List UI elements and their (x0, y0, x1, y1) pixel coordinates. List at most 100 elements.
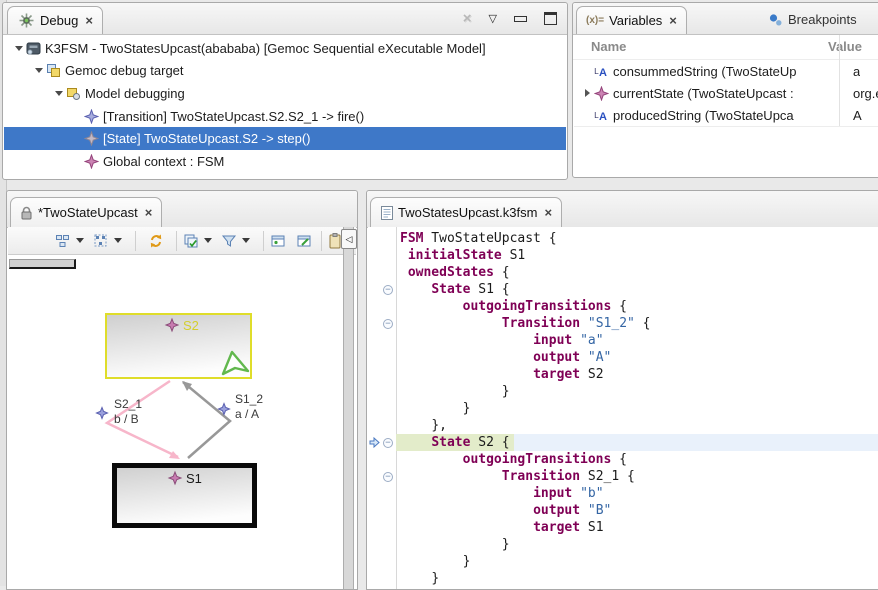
tab-diagram[interactable]: *TwoStateUpcast × (10, 197, 162, 227)
fold-ruler (380, 247, 396, 264)
code-text: } (396, 383, 878, 400)
expander-expanded-icon[interactable] (52, 91, 66, 96)
arrange-icon[interactable] (92, 230, 110, 252)
state-node-s1[interactable] (115, 466, 255, 526)
frame-icon (84, 109, 101, 124)
debug-launch-tree: K3FSM - TwoStatesUpcast(abababa) [Gemoc … (4, 37, 566, 178)
fold-ruler (380, 230, 396, 247)
tab-debug[interactable]: Debug × (7, 6, 103, 34)
svg-text:A: A (599, 67, 607, 79)
variable-row[interactable]: LAproducedString (TwoStateUpcaA (574, 104, 878, 126)
frame-global-icon (84, 154, 101, 169)
attribute-icon: LA (594, 64, 611, 79)
code-text: input "b" (396, 485, 878, 502)
code-line: input "b" (368, 485, 878, 502)
close-icon[interactable]: × (145, 205, 153, 220)
thread-icon (66, 86, 83, 101)
breakpoints-icon (768, 9, 783, 31)
state-label-s1[interactable]: S1 (186, 471, 202, 486)
filters-menu-icon[interactable] (242, 238, 250, 243)
editor-content[interactable]: FSM TwoStateUpcast {initialState S1owned… (368, 227, 878, 589)
maximize-icon[interactable] (544, 12, 557, 25)
tab-editor-label: TwoStatesUpcast.k3fsm (398, 205, 537, 220)
annotation-ruler (368, 281, 380, 298)
export-image-icon[interactable] (269, 230, 287, 252)
refresh-icon[interactable] (147, 230, 165, 252)
code-line: −State S2 { (368, 434, 878, 451)
debug-tree-row[interactable]: Global context : FSM (4, 150, 566, 173)
annotation-ruler (368, 366, 380, 383)
tab-breakpoints[interactable]: Breakpoints (759, 6, 866, 33)
fold-collapse-icon[interactable]: − (383, 319, 393, 329)
remove-all-terminated-icon[interactable]: × (463, 10, 472, 27)
debug-tree-row[interactable]: [Transition] TwoStateUpcast.S2.S2_1 -> f… (4, 105, 566, 128)
code-line: }, (368, 417, 878, 434)
expander-collapsed-icon[interactable] (580, 89, 594, 97)
export-edit-icon[interactable] (295, 230, 313, 252)
code-text: ownedStates { (396, 264, 878, 281)
variable-row[interactable]: currentState (TwoStateUpcast :org.e (574, 82, 878, 104)
tab-variables-label: Variables (609, 13, 662, 28)
editor-tabbar: TwoStatesUpcast.k3fsm × (367, 191, 878, 228)
fold-ruler (380, 383, 396, 400)
close-icon[interactable]: × (669, 13, 677, 28)
fold-ruler: − (380, 281, 396, 298)
fold-ruler (380, 332, 396, 349)
debug-instruction-pointer-icon (368, 434, 380, 451)
transition-name-s1-2[interactable]: S1_2 (235, 392, 263, 406)
close-icon[interactable]: × (544, 205, 552, 220)
filters-icon[interactable] (220, 230, 238, 252)
column-name[interactable]: Name (573, 39, 821, 54)
view-menu-icon[interactable]: ▽ (489, 12, 497, 25)
debug-tree-row[interactable]: Model debugging (4, 82, 566, 105)
code-text: outgoingTransitions { (396, 298, 878, 315)
transition-edge-s1-to-s2[interactable] (183, 382, 230, 458)
annotation-ruler (368, 230, 380, 247)
column-value[interactable]: Value (821, 39, 862, 54)
palette-strip[interactable] (343, 227, 354, 589)
minimize-icon[interactable] (514, 16, 527, 22)
close-icon[interactable]: × (85, 13, 93, 28)
collapse-left-icon: ◁ (346, 234, 353, 245)
layers-menu-icon[interactable] (204, 238, 212, 243)
expander-expanded-icon[interactable] (32, 68, 46, 73)
debug-tree-label: Gemoc debug target (63, 63, 184, 78)
fold-ruler (380, 553, 396, 570)
code-line: output "B" (368, 502, 878, 519)
fold-ruler (380, 400, 396, 417)
variable-value: A (846, 108, 862, 123)
diagram-editor: *TwoStateUpcast × (6, 190, 358, 590)
fold-collapse-icon[interactable]: − (383, 285, 393, 295)
fold-ruler (380, 536, 396, 553)
variable-row[interactable]: LAconsummedString (TwoStateUpa (574, 60, 878, 82)
debug-tree-row[interactable]: Gemoc debug target (4, 60, 566, 83)
fsm-diagram: S2 S1 S2_1 b / B S1_2 a / A (8, 255, 346, 589)
palette-collapse-button[interactable]: ◁ (341, 229, 357, 249)
transition-name-s2-1[interactable]: S2_1 (114, 397, 142, 411)
annotation-ruler (368, 383, 380, 400)
variables-table: LAconsummedString (TwoStateUpacurrentSta… (574, 60, 878, 127)
code-line: ownedStates { (368, 264, 878, 281)
arrange-menu-icon[interactable] (114, 238, 122, 243)
transition-event-s2-1[interactable]: b / B (114, 412, 139, 426)
layers-icon[interactable] (182, 230, 200, 252)
expander-expanded-icon[interactable] (12, 46, 26, 51)
annotation-ruler (368, 536, 380, 553)
debug-tree-row[interactable]: [State] TwoStateUpcast.S2 -> step() (4, 127, 566, 150)
layout-icon[interactable] (54, 230, 72, 252)
code-text: FSM TwoStateUpcast { (396, 230, 878, 247)
annotation-ruler (368, 451, 380, 468)
layout-menu-icon[interactable] (76, 238, 84, 243)
state-label-s2[interactable]: S2 (183, 318, 199, 333)
transition-event-s1-2[interactable]: a / A (235, 407, 259, 421)
code-line: outgoingTransitions { (368, 298, 878, 315)
debug-target-icon (46, 63, 63, 78)
tab-k3fsm-file[interactable]: TwoStatesUpcast.k3fsm × (370, 197, 562, 227)
fold-collapse-icon[interactable]: − (383, 438, 393, 448)
tab-diagram-label: *TwoStateUpcast (38, 205, 138, 220)
tab-variables[interactable]: (x)= Variables × (576, 6, 687, 34)
diagram-canvas[interactable]: S2 S1 S2_1 b / B S1_2 a / A (8, 255, 346, 589)
debug-tree-row[interactable]: K3FSM - TwoStatesUpcast(abababa) [Gemoc … (4, 37, 566, 60)
code-text: }, (396, 417, 878, 434)
fold-collapse-icon[interactable]: − (383, 472, 393, 482)
